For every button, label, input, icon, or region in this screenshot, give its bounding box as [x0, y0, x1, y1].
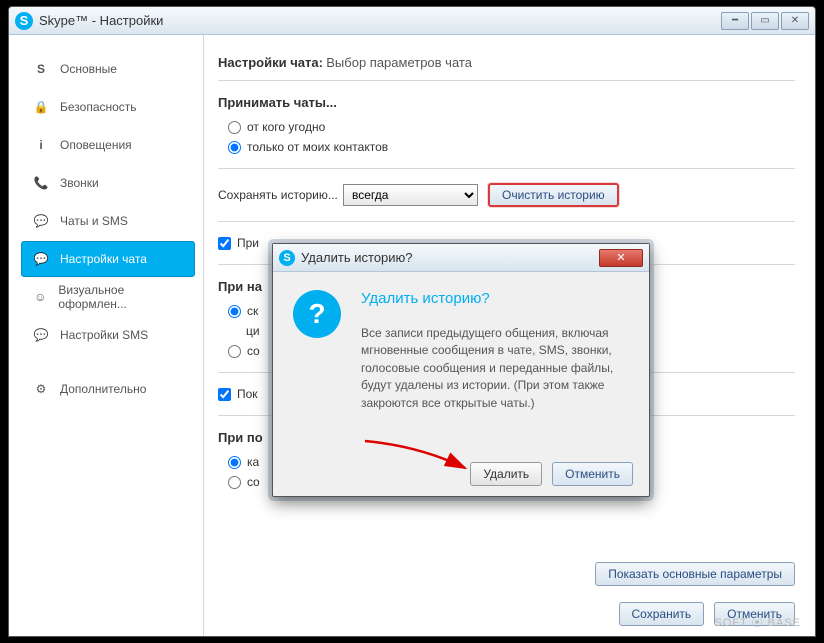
- radio-anyone[interactable]: от кого угодно: [228, 120, 795, 134]
- delete-history-dialog: S Удалить историю? ✕ ? Удалить историю? …: [272, 243, 650, 497]
- sidebar-label: Безопасность: [60, 100, 137, 114]
- question-icon: ?: [293, 290, 341, 338]
- show-basic-params-button[interactable]: Показать основные параметры: [595, 562, 795, 586]
- gear-icon: ⚙: [32, 380, 50, 398]
- header-subtitle: Выбор параметров чата: [326, 55, 472, 70]
- save-button[interactable]: Сохранить: [619, 602, 705, 626]
- dialog-close-button[interactable]: ✕: [599, 249, 643, 267]
- sidebar-item-sms-settings[interactable]: 💬 Настройки SMS: [21, 317, 195, 353]
- dialog-title: Удалить историю?: [301, 250, 413, 265]
- sms-icon: 💬: [32, 326, 50, 344]
- clear-history-button[interactable]: Очистить историю: [488, 183, 619, 207]
- sidebar-item-general[interactable]: S Основные: [21, 51, 195, 87]
- watermark: SOFT ⦿ BASE: [714, 614, 801, 630]
- sidebar-item-advanced[interactable]: ⚙ Дополнительно: [21, 371, 195, 407]
- skype-icon: S: [32, 60, 50, 78]
- chat-settings-icon: 💬: [32, 250, 50, 268]
- sidebar-item-security[interactable]: 🔒 Безопасность: [21, 89, 195, 125]
- phone-icon: 📞: [32, 174, 50, 192]
- close-button[interactable]: ✕: [781, 12, 809, 30]
- dialog-cancel-button[interactable]: Отменить: [552, 462, 633, 486]
- skype-logo-icon: S: [15, 12, 33, 30]
- chat-icon: 💬: [32, 212, 50, 230]
- divider: [218, 168, 795, 169]
- sidebar-label: Основные: [60, 62, 117, 76]
- lock-icon: 🔒: [32, 98, 50, 116]
- maximize-button[interactable]: ▭: [751, 12, 779, 30]
- minimize-button[interactable]: ━: [721, 12, 749, 30]
- skype-logo-icon: S: [279, 250, 295, 266]
- smiley-icon: ☺: [32, 288, 48, 306]
- history-select[interactable]: всегда: [343, 184, 478, 206]
- sidebar: S Основные 🔒 Безопасность i Оповещения 📞 Зво…: [9, 35, 204, 636]
- sidebar-label: Чаты и SMS: [60, 214, 128, 228]
- sidebar-label: Дополнительно: [60, 382, 146, 396]
- history-label: Сохранять историю...: [218, 188, 343, 202]
- accept-chats-title: Принимать чаты...: [218, 95, 795, 110]
- sidebar-label: Оповещения: [60, 138, 132, 152]
- window-title: Skype™ - Настройки: [39, 13, 163, 28]
- dialog-body-text: Все записи предыдущего общения, включая …: [361, 325, 629, 412]
- header-title: Настройки чата:: [218, 55, 323, 70]
- sidebar-label: Звонки: [60, 176, 99, 190]
- delete-button[interactable]: Удалить: [470, 462, 542, 486]
- dialog-heading: Удалить историю?: [361, 290, 629, 307]
- sidebar-label: Визуальное оформлен...: [58, 283, 184, 311]
- titlebar[interactable]: S Skype™ - Настройки ━ ▭ ✕: [9, 7, 815, 35]
- sidebar-item-calls[interactable]: 📞 Звонки: [21, 165, 195, 201]
- divider: [218, 221, 795, 222]
- radio-contacts[interactable]: только от моих контактов: [228, 140, 795, 154]
- sidebar-item-notifications[interactable]: i Оповещения: [21, 127, 195, 163]
- sidebar-label: Настройки чата: [60, 252, 147, 266]
- sidebar-item-appearance[interactable]: ☺ Визуальное оформлен...: [21, 279, 195, 315]
- sidebar-label: Настройки SMS: [60, 328, 148, 342]
- sidebar-item-chat-sms[interactable]: 💬 Чаты и SMS: [21, 203, 195, 239]
- dialog-titlebar[interactable]: S Удалить историю? ✕: [273, 244, 649, 272]
- info-icon: i: [32, 136, 50, 154]
- sidebar-item-chat-settings[interactable]: 💬 Настройки чата: [21, 241, 195, 277]
- page-header: Настройки чата: Выбор параметров чата: [218, 55, 795, 81]
